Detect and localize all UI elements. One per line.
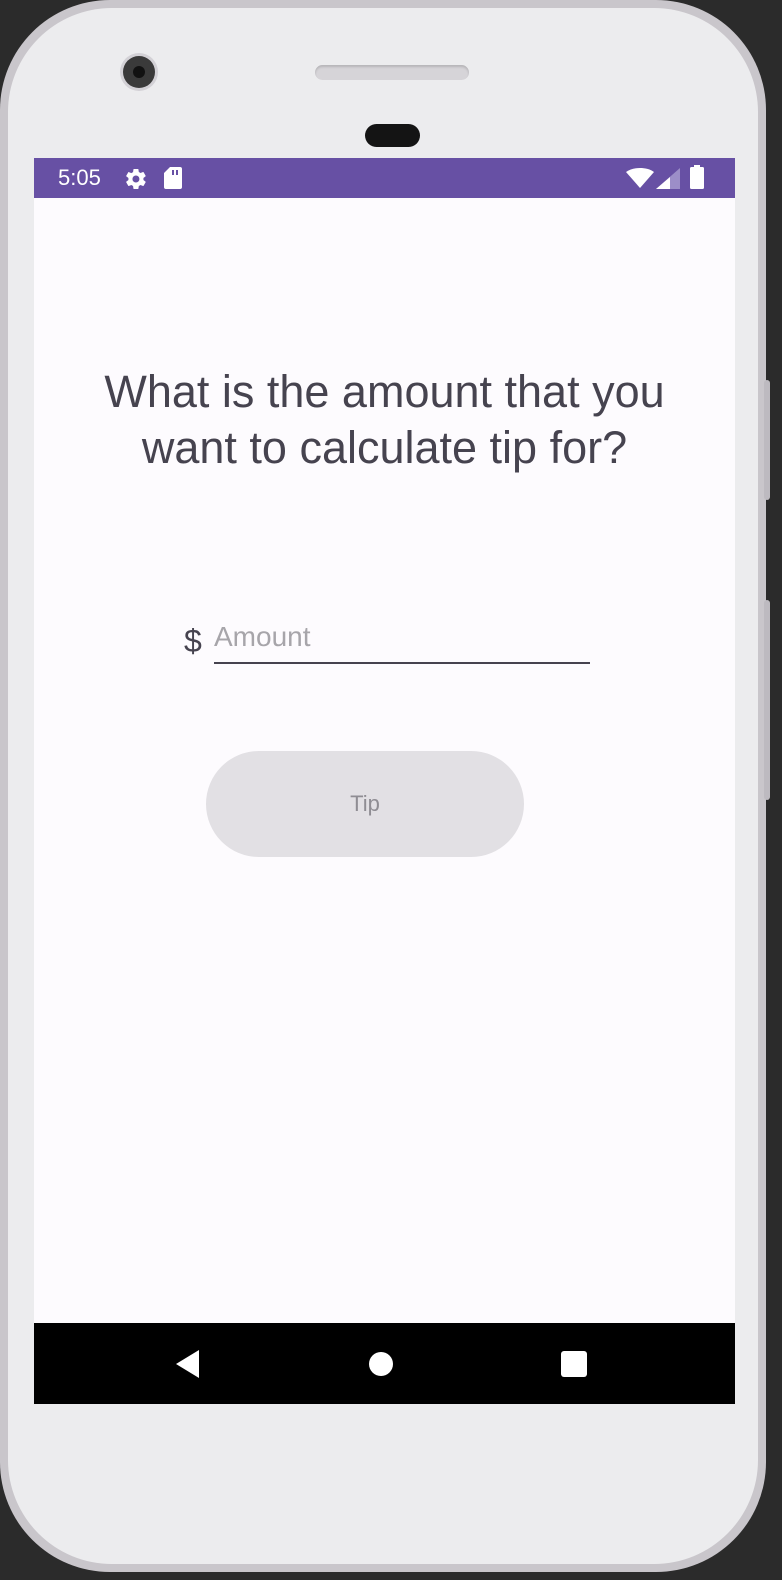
device-frame: 5:05 What is the amount that you want to…	[0, 0, 770, 1572]
cellular-signal-icon	[656, 168, 680, 194]
battery-icon	[690, 165, 704, 194]
earpiece-speaker	[315, 65, 469, 80]
wifi-icon	[626, 168, 654, 193]
home-icon[interactable]	[368, 1349, 398, 1379]
front-camera	[123, 56, 155, 88]
gear-icon	[124, 167, 148, 196]
recents-icon[interactable]	[560, 1349, 590, 1379]
screen: 5:05 What is the amount that you want to…	[34, 158, 735, 1404]
proximity-sensor	[365, 124, 420, 147]
currency-symbol: $	[184, 623, 202, 659]
prompt-heading: What is the amount that you want to calc…	[104, 366, 665, 473]
amount-input[interactable]	[214, 618, 590, 664]
status-bar: 5:05	[34, 158, 735, 198]
volume-button	[764, 600, 770, 800]
back-icon[interactable]	[173, 1349, 203, 1379]
navigation-bar	[34, 1323, 735, 1404]
status-time: 5:05	[58, 165, 101, 190]
sd-card-icon	[164, 167, 182, 194]
power-button	[764, 380, 770, 500]
tip-button[interactable]: Tip	[206, 751, 524, 857]
